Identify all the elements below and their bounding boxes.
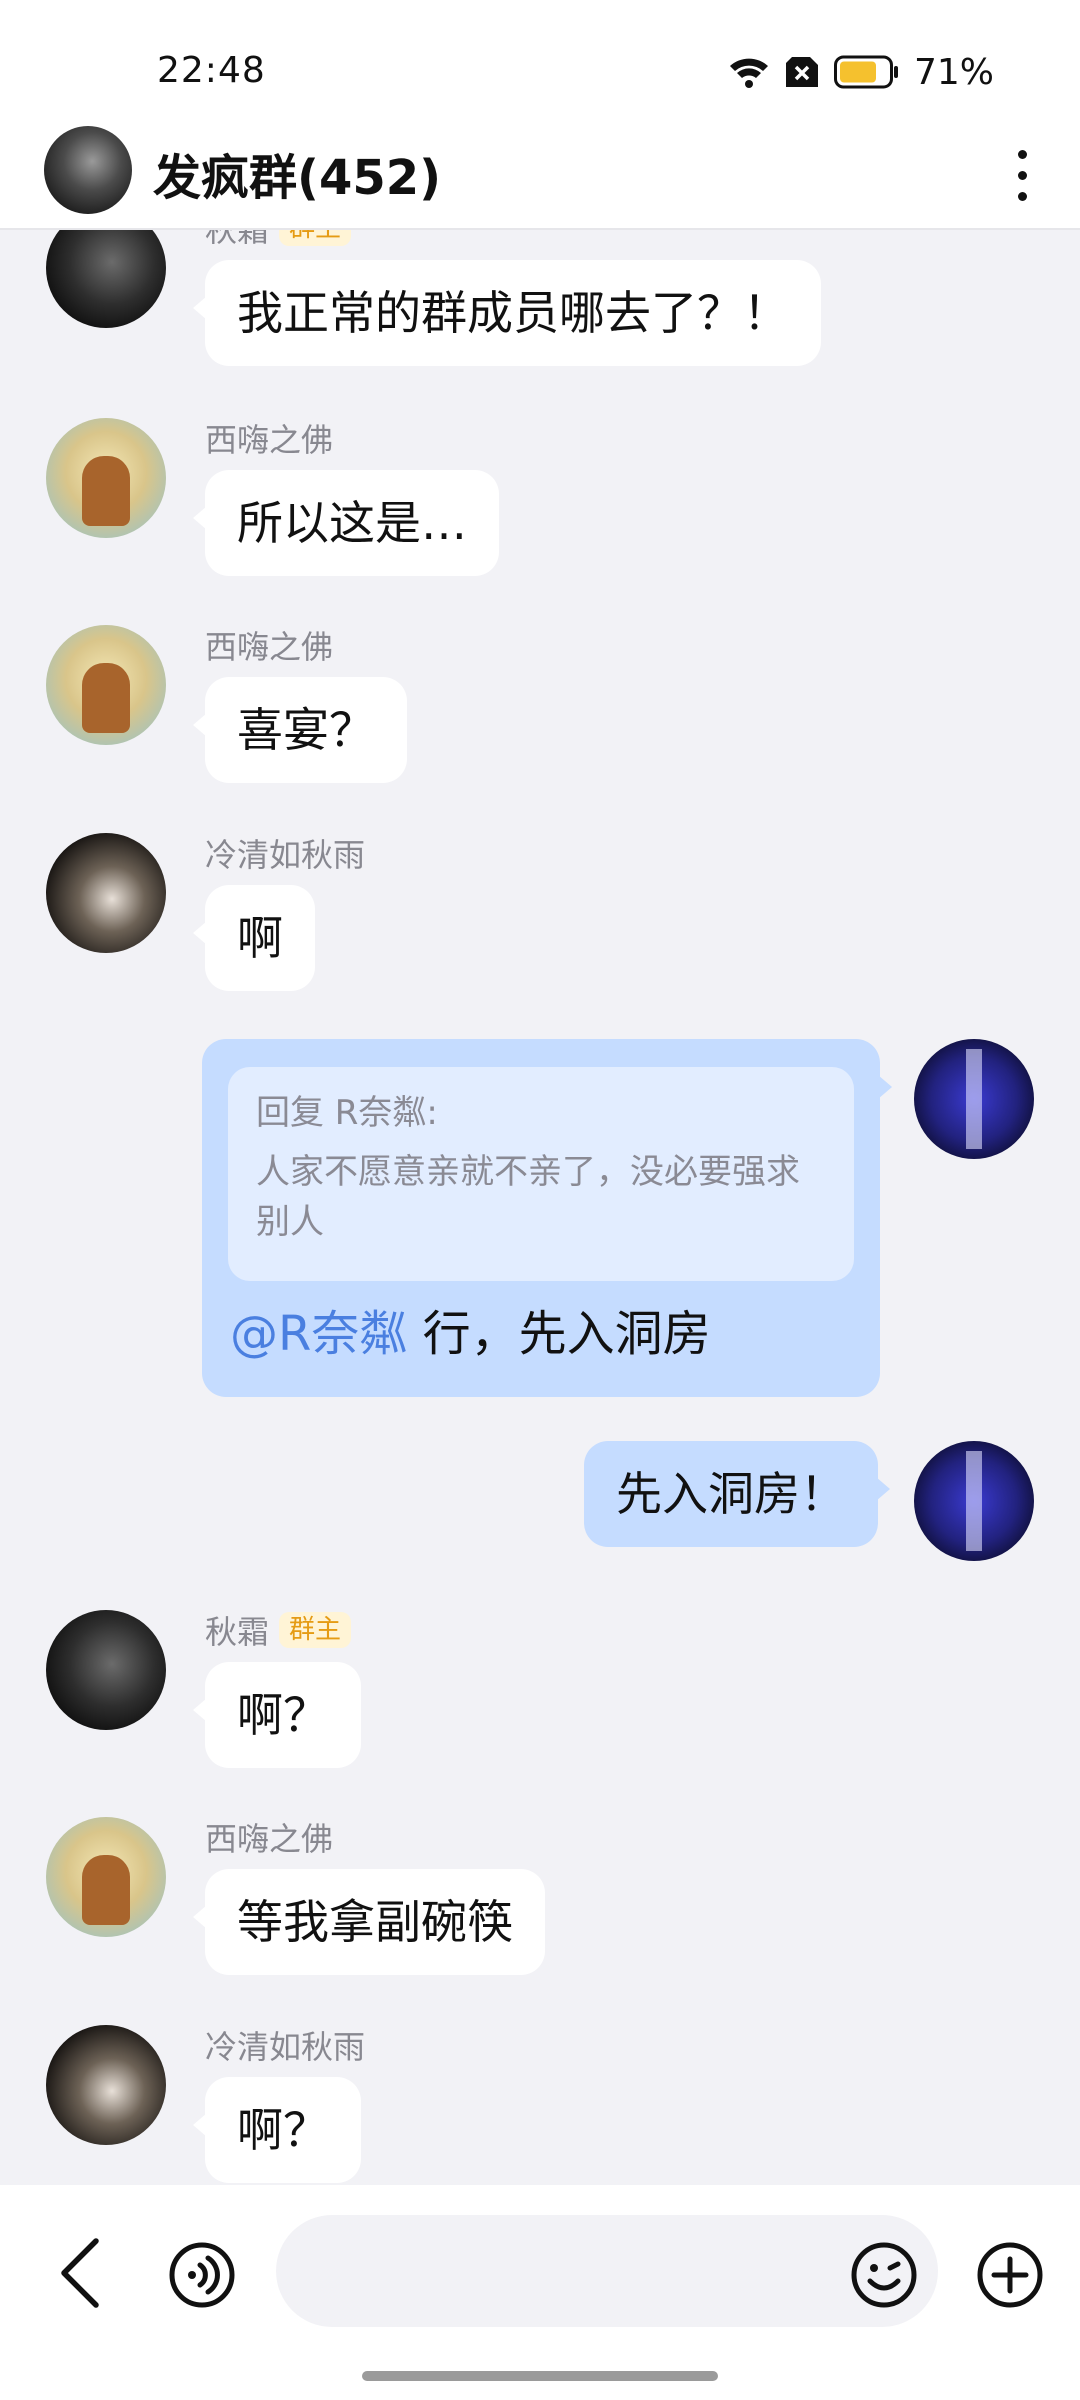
quoted-message[interactable]: 回复 R奈粼: 人家不愿意亲就不亲了，没必要强求别人	[228, 1067, 854, 1281]
message-bubble[interactable]: 啊？	[193, 2077, 361, 2183]
owner-badge: 群主	[279, 230, 352, 246]
sender-name: 冷清如秋雨	[205, 2028, 366, 2066]
mention-link[interactable]: @R奈粼	[230, 1306, 407, 1362]
sender-row: 秋霜 群主	[205, 1610, 352, 1651]
message-list[interactable]: 秋霜 群主 我正常的群成员哪去了？！ 西嗨之佛 所以这是… 西嗨之佛 喜宴？ 冷…	[0, 230, 1080, 2185]
status-icons: 71%	[728, 50, 994, 94]
group-title[interactable]: 发疯群(452)	[153, 138, 441, 208]
owner-badge: 群主	[279, 1612, 352, 1648]
sender-row: 西嗨之佛	[205, 1817, 334, 1858]
avatar[interactable]	[914, 1441, 1034, 1561]
battery-percent: 71%	[913, 51, 994, 93]
more-vertical-icon[interactable]	[982, 130, 1062, 220]
message-bubble[interactable]: 喜宴？	[193, 677, 407, 783]
sender-name: 秋霜	[205, 230, 270, 249]
quote-title: 回复 R奈粼:	[256, 1093, 438, 1133]
voice-icon[interactable]	[168, 2241, 236, 2309]
sender-name: 西嗨之佛	[205, 1820, 334, 1858]
input-bar	[0, 2185, 1080, 2400]
plus-icon[interactable]	[976, 2241, 1044, 2309]
status-bar: 22:48 71%	[0, 0, 1080, 128]
battery-icon	[833, 55, 900, 89]
message-bubble[interactable]: 啊？	[193, 1662, 361, 1768]
sender-row: 秋霜 群主	[205, 230, 352, 249]
avatar[interactable]	[46, 625, 166, 745]
quote-text: 人家不愿意亲就不亲了，没必要强求别人	[256, 1152, 800, 1242]
message-bubble[interactable]: 啊	[193, 885, 315, 991]
avatar[interactable]	[46, 418, 166, 538]
sim-off-icon	[784, 55, 820, 89]
home-indicator[interactable]	[362, 2371, 718, 2381]
group-avatar[interactable]	[44, 126, 132, 214]
sender-row: 西嗨之佛	[205, 625, 334, 666]
avatar[interactable]	[46, 833, 166, 953]
sender-row: 西嗨之佛	[205, 418, 334, 459]
message-bubble[interactable]: 先入洞房！	[584, 1441, 890, 1547]
emoji-icon[interactable]	[850, 2241, 918, 2309]
avatar[interactable]	[46, 2025, 166, 2145]
status-time: 22:48	[157, 50, 266, 91]
reply-text: 行，先入洞房	[407, 1306, 711, 1362]
avatar[interactable]	[46, 1610, 166, 1730]
reply-text-line: @R奈粼 行，先入洞房	[230, 1301, 711, 1367]
sender-name: 冷清如秋雨	[205, 836, 366, 874]
sender-name: 西嗨之佛	[205, 421, 334, 459]
chat-header: 发疯群(452)	[0, 118, 1080, 230]
avatar[interactable]	[46, 230, 166, 328]
wifi-icon	[728, 55, 770, 89]
reply-bubble[interactable]: 回复 R奈粼: 人家不愿意亲就不亲了，没必要强求别人 @R奈粼 行，先入洞房	[202, 1039, 892, 1397]
avatar[interactable]	[914, 1039, 1034, 1159]
message-bubble[interactable]: 所以这是…	[193, 470, 499, 576]
sender-name: 秋霜	[205, 1613, 270, 1651]
sender-name: 西嗨之佛	[205, 628, 334, 666]
message-input[interactable]	[276, 2215, 938, 2327]
avatar[interactable]	[46, 1817, 166, 1937]
sender-row: 冷清如秋雨	[205, 833, 366, 874]
message-bubble[interactable]: 我正常的群成员哪去了？！	[193, 260, 821, 366]
back-icon[interactable]	[52, 2233, 108, 2313]
message-bubble[interactable]: 等我拿副碗筷	[193, 1869, 545, 1975]
sender-row: 冷清如秋雨	[205, 2025, 366, 2066]
